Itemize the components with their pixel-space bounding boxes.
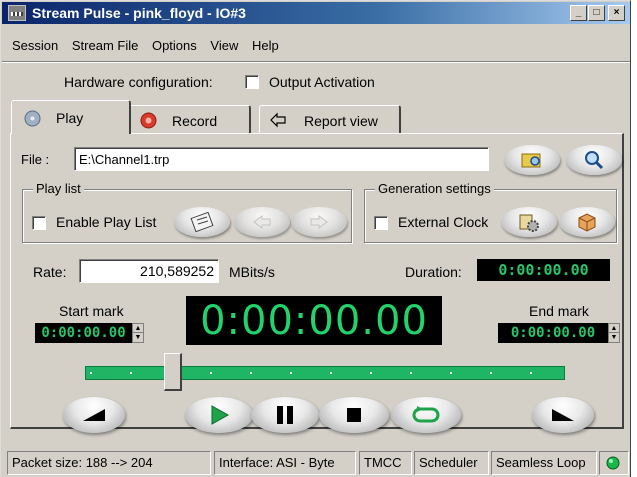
stop-icon (347, 408, 361, 422)
browse-file-button[interactable] (504, 145, 560, 175)
spin-up-icon[interactable]: ▲ (609, 324, 619, 333)
main-timer-display: 0:00:00.00 (186, 296, 442, 345)
gears-icon (519, 214, 539, 232)
magnifier-icon (585, 151, 604, 170)
disc-icon (24, 110, 41, 127)
record-icon (140, 112, 157, 129)
start-mark-spinner[interactable]: ▲ ▼ (132, 323, 144, 343)
tab-record-label: Record (172, 113, 218, 129)
play-button[interactable] (185, 397, 253, 433)
status-led (599, 451, 629, 475)
rate-input[interactable] (79, 259, 219, 283)
tab-play[interactable]: Play (11, 100, 131, 134)
slider-ticks (90, 372, 560, 374)
generation-package-button[interactable] (559, 207, 615, 237)
folder-search-icon (521, 153, 541, 168)
minimize-icon: _ (575, 7, 582, 18)
rate-unit: MBits/s (229, 264, 275, 280)
end-mark-spinner[interactable]: ▲ ▼ (608, 323, 620, 343)
status-interface: Interface: ASI - Byte (214, 451, 356, 475)
tab-play-label: Play (56, 110, 84, 126)
file-path-input[interactable] (74, 147, 489, 171)
close-button[interactable]: × (608, 5, 625, 21)
status-scheduler: Scheduler (414, 451, 489, 475)
pause-icon (277, 406, 293, 424)
status-packet-size: Packet size: 188 --> 204 (7, 451, 211, 475)
maximize-button[interactable]: □ (588, 5, 605, 21)
stop-button[interactable] (319, 397, 389, 433)
rate-label: Rate: (33, 264, 67, 280)
menu-bar: Session Stream File Options View Help (2, 38, 284, 58)
notebook-icon (190, 212, 214, 232)
playlist-next-button[interactable] (291, 207, 347, 237)
position-slider-track[interactable] (85, 366, 565, 380)
play-icon (211, 405, 230, 425)
menu-divider (2, 61, 630, 63)
external-clock-checkbox[interactable] (374, 216, 388, 230)
status-tmcc: TMCC (359, 451, 412, 475)
start-mark-display[interactable]: 0:00:00.00 (35, 323, 132, 343)
edit-playlist-button[interactable] (174, 207, 230, 237)
enable-playlist-checkbox[interactable] (32, 216, 46, 230)
app-icon[interactable] (8, 5, 26, 21)
arrow-left-icon (253, 215, 271, 229)
spin-down-icon[interactable]: ▼ (133, 333, 143, 342)
menu-session[interactable]: Session (12, 38, 58, 53)
refresh-arrows-icon (270, 112, 286, 128)
position-slider-thumb[interactable] (164, 353, 182, 391)
close-icon: × (613, 7, 620, 18)
green-led-icon (606, 456, 620, 470)
maximize-icon: □ (593, 7, 600, 18)
status-seamless-loop: Seamless Loop (491, 451, 597, 475)
output-activation-checkbox[interactable] (245, 75, 259, 89)
output-activation-label: Output Activation (269, 74, 375, 90)
menu-stream-file[interactable]: Stream File (72, 38, 138, 53)
spin-up-icon[interactable]: ▲ (133, 324, 143, 333)
title-bar[interactable]: Stream Pulse - pink_floyd - IO#3 _ □ × (2, 2, 630, 24)
minimize-button[interactable]: _ (570, 5, 587, 21)
hardware-config-label: Hardware configuration: (64, 74, 213, 90)
menu-view[interactable]: View (210, 38, 238, 53)
generation-config-button[interactable] (501, 207, 557, 237)
analyze-file-button[interactable] (566, 145, 622, 175)
tab-report-view-label: Report view (304, 113, 378, 129)
file-label: File : (21, 152, 50, 167)
end-mark-label: End mark (529, 303, 589, 319)
box-icon (578, 213, 596, 232)
ramp-right-icon (552, 409, 574, 421)
ramp-left-icon (83, 409, 105, 421)
loop-icon (412, 406, 440, 423)
spin-down-icon[interactable]: ▼ (609, 333, 619, 342)
end-mark-display[interactable]: 0:00:00.00 (498, 323, 608, 343)
enable-playlist-label: Enable Play List (56, 214, 157, 230)
arrow-right-icon (310, 215, 328, 229)
menu-options[interactable]: Options (152, 38, 197, 53)
pause-button[interactable] (251, 397, 319, 433)
window-title: Stream Pulse - pink_floyd - IO#3 (32, 5, 246, 21)
menu-help[interactable]: Help (252, 38, 279, 53)
generation-group-label: Generation settings (375, 181, 494, 196)
external-clock-label: External Clock (398, 214, 489, 230)
start-mark-label: Start mark (59, 303, 124, 319)
duration-display: 0:00:00.00 (477, 259, 610, 281)
duration-label: Duration: (405, 264, 462, 280)
app-window: Stream Pulse - pink_floyd - IO#3 _ □ × S… (0, 0, 631, 477)
tab-report-view[interactable]: Report view (259, 105, 401, 133)
go-to-end-button[interactable] (532, 397, 594, 433)
loop-button[interactable] (391, 397, 461, 433)
status-bar: Packet size: 188 --> 204 Interface: ASI … (7, 451, 629, 475)
playlist-group-label: Play list (33, 181, 84, 196)
go-to-start-button[interactable] (63, 397, 125, 433)
playlist-prev-button[interactable] (234, 207, 290, 237)
tab-record[interactable]: Record (129, 105, 251, 133)
